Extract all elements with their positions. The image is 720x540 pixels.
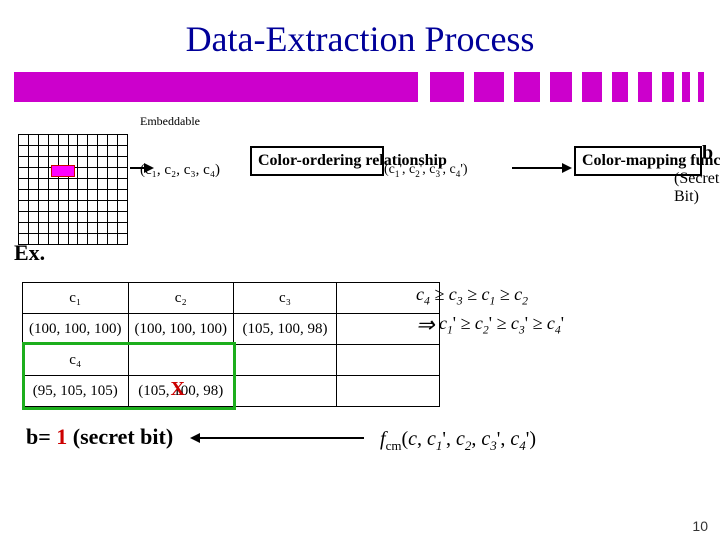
output-b: b [702,142,713,165]
arrow-icon [512,167,562,169]
example-label: Ex. [14,240,45,266]
decorative-bar [14,72,706,102]
table-header: c₂ [128,283,234,314]
table-cell: (100, 100, 100) [23,314,129,345]
ordering-formula: c4 ≥ c3 ≥ c1 ≥ c2 ⇒ c1' ≥ c2' ≥ c3' ≥ c4… [416,284,564,338]
sorted-tuple: (c1', c2', c3', c4') [384,162,468,179]
arrow-icon [130,167,144,169]
embeddable-label: Embeddable [140,114,200,129]
slide-title: Data-Extraction Process [0,18,720,60]
fcm-formula: fcm(c, c1', c2, c3', c4') [380,428,610,454]
table-header: c₁ [23,283,129,314]
color-ordering-box: Color-ordering relationship [250,146,384,176]
table-cell: (105, 100, 98) [234,314,337,345]
secret-bit-label: (Secret Bit) [674,170,719,206]
slide-number: 10 [692,518,708,534]
pixel-grid [18,134,128,214]
arrow-icon [200,437,364,439]
result-bit: b= 1 (secret bit) [26,424,173,450]
table-cell: (100, 100, 100) [128,314,234,345]
highlight-box [22,342,236,410]
table-header: c₃ [234,283,337,314]
